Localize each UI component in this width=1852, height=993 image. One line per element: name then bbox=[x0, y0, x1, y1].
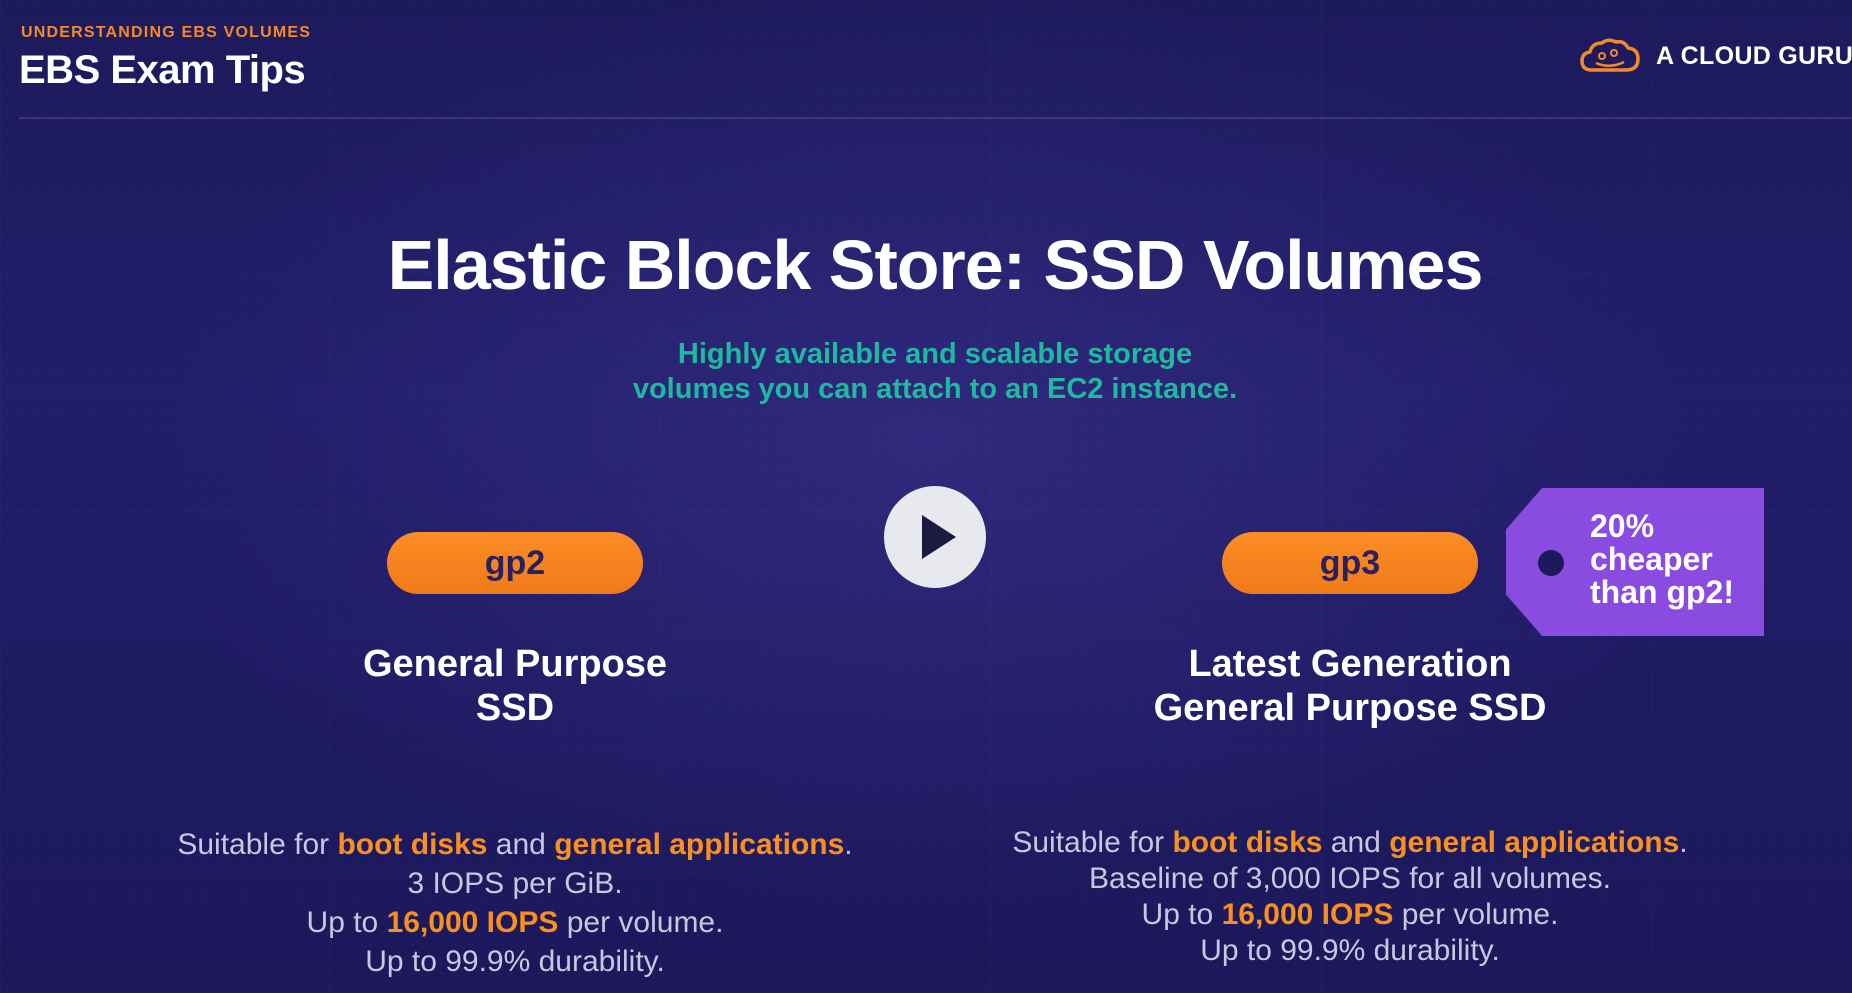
gp3-title-line-2: General Purpose SSD bbox=[1153, 687, 1547, 729]
brand-name: A CLOUD GURU bbox=[1656, 41, 1852, 70]
tag-hole bbox=[1538, 550, 1564, 576]
gp3-desc-line-3: Up to 16,000 IOPS per volume. bbox=[970, 897, 1730, 933]
brand: A CLOUD GURU bbox=[1578, 36, 1852, 76]
section-eyebrow: UNDERSTANDING EBS VOLUMES bbox=[21, 24, 312, 41]
gp2-desc-line-3: Up to 16,000 IOPS per volume. bbox=[135, 903, 895, 942]
tag-text: 20% cheaper than gp2! bbox=[1590, 510, 1760, 609]
highlight: general applications bbox=[554, 828, 845, 861]
highlight: general applications bbox=[1389, 826, 1680, 859]
gp3-desc-line-4: Up to 99.9% durability. bbox=[1200, 934, 1500, 967]
text: and bbox=[487, 828, 555, 861]
tag-line-1: 20% bbox=[1590, 508, 1655, 544]
tag-line-3: than gp2! bbox=[1590, 574, 1734, 610]
highlight: 16,000 IOPS bbox=[1221, 898, 1394, 931]
text: Up to bbox=[306, 906, 387, 939]
gp2-desc-line-2: 3 IOPS per GiB. bbox=[407, 867, 623, 900]
subtitle-line-1: Highly available and scalable storage bbox=[677, 338, 1193, 370]
highlight: boot disks bbox=[1172, 826, 1323, 859]
cloud-logo-icon bbox=[1580, 38, 1640, 72]
gp2-desc-line-1: Suitable for boot disks and general appl… bbox=[135, 825, 895, 864]
highlight: 16,000 IOPS bbox=[386, 906, 559, 939]
gp3-title: Latest Generation General Purpose SSD bbox=[1050, 642, 1650, 730]
gp2-title-line-1: General Purpose bbox=[362, 643, 668, 685]
subtitle-line-2: volumes you can attach to an EC2 instanc… bbox=[632, 373, 1238, 405]
header-divider bbox=[19, 117, 1852, 119]
price-tag-badge: 20% cheaper than gp2! bbox=[1506, 488, 1764, 636]
tag-line-2: cheaper bbox=[1590, 541, 1713, 577]
text: Suitable for bbox=[177, 828, 338, 861]
gp2-desc-line-4: Up to 99.9% durability. bbox=[365, 945, 665, 978]
slide-subtitle: Highly available and scalable storage vo… bbox=[0, 337, 1852, 407]
gp2-title: General Purpose SSD bbox=[215, 642, 815, 730]
gp3-badge: gp3 bbox=[1222, 532, 1478, 594]
text: and bbox=[1322, 826, 1390, 859]
gp2-title-line-2: SSD bbox=[475, 687, 555, 729]
gp2-badge: gp2 bbox=[387, 532, 643, 594]
gp3-desc-line-2: Baseline of 3,000 IOPS for all volumes. bbox=[1089, 862, 1611, 895]
text: per volume. bbox=[1393, 898, 1559, 931]
text: . bbox=[844, 828, 853, 861]
gp2-description: Suitable for boot disks and general appl… bbox=[135, 825, 895, 981]
play-icon bbox=[922, 515, 956, 559]
gp3-title-line-1: Latest Generation bbox=[1188, 643, 1512, 685]
highlight: boot disks bbox=[337, 828, 488, 861]
text: Up to bbox=[1141, 898, 1222, 931]
slide-header-title: EBS Exam Tips bbox=[19, 48, 306, 92]
slide-title: Elastic Block Store: SSD Volumes bbox=[387, 226, 1484, 304]
text: Suitable for bbox=[1012, 826, 1173, 859]
text: per volume. bbox=[558, 906, 724, 939]
slide-header: UNDERSTANDING EBS VOLUMES EBS Exam Tips … bbox=[0, 0, 1852, 120]
play-button[interactable] bbox=[884, 486, 986, 588]
text: . bbox=[1679, 826, 1688, 859]
gp3-description: Suitable for boot disks and general appl… bbox=[970, 825, 1730, 969]
gp3-desc-line-1: Suitable for boot disks and general appl… bbox=[970, 825, 1730, 861]
